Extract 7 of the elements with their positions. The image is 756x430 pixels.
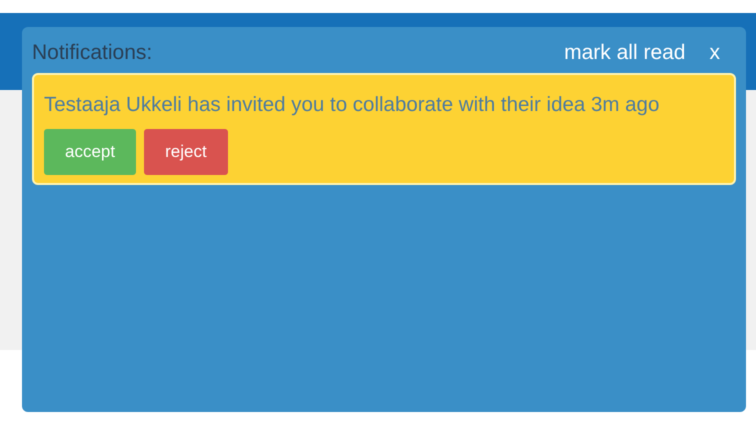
- notification-time: 3m ago: [590, 92, 660, 116]
- close-button[interactable]: x: [710, 37, 720, 68]
- panel-title: Notifications:: [32, 40, 152, 66]
- reject-button[interactable]: reject: [144, 129, 228, 175]
- mark-all-read-link[interactable]: mark all read: [564, 37, 686, 68]
- notification-message: Testaaja Ukkeli has invited you to collaborate with their idea: [44, 92, 586, 116]
- accept-button[interactable]: accept: [44, 129, 136, 175]
